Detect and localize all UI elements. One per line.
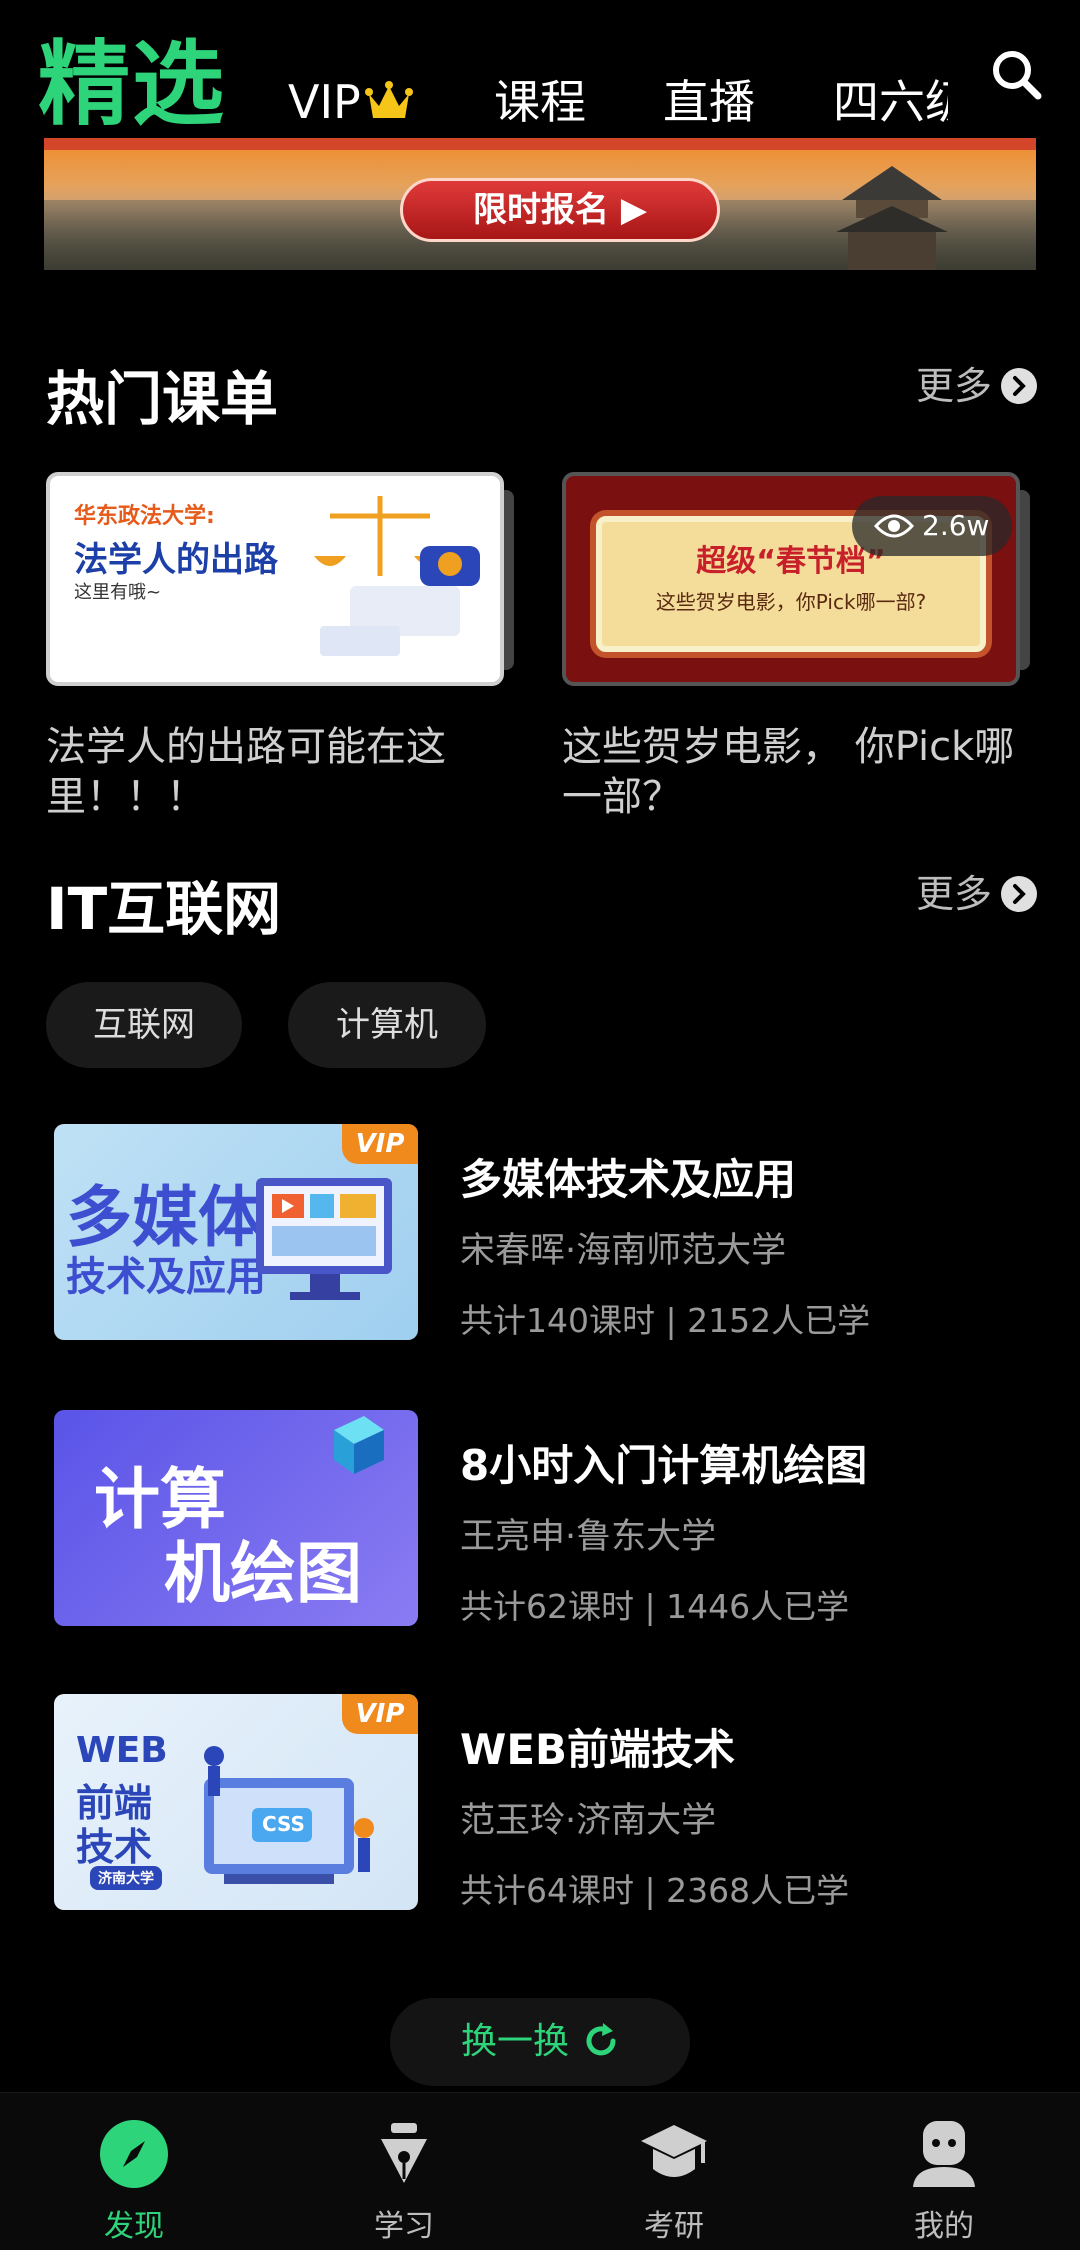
chip-computer[interactable]: 计算机	[288, 982, 486, 1068]
search-icon[interactable]	[990, 48, 1042, 100]
hot-list-card-law[interactable]: 华东政法大学: 法学人的出路 这里有哦~	[46, 472, 504, 686]
banner-strip	[44, 138, 1036, 150]
course-teacher: 范玉玲·济南大学	[460, 1801, 717, 1841]
hot-lists-more-link[interactable]: 更多	[916, 362, 1038, 410]
promo-banner[interactable]: 限时报名 ▶	[44, 138, 1036, 270]
tab-live[interactable]: 直播	[663, 72, 755, 132]
tab-vip[interactable]: VIP	[288, 72, 413, 132]
nav-grad-exam[interactable]: 考研	[604, 2119, 744, 2245]
thumb-text: 技术及应用	[66, 1254, 266, 1300]
user-icon	[913, 2121, 975, 2187]
more-label: 更多	[916, 872, 993, 916]
crown-icon	[364, 81, 413, 118]
graduation-cap-icon	[641, 2125, 707, 2177]
nav-study[interactable]: 学习	[334, 2119, 474, 2245]
course-title[interactable]: 多媒体技术及应用	[460, 1146, 796, 1207]
nav-label: 学习	[374, 2209, 434, 2244]
pen-nib-icon	[381, 2123, 427, 2183]
hot-lists-title: 热门课单	[46, 365, 279, 433]
card-image-title: 法学人的出路	[74, 540, 278, 580]
register-now-button[interactable]: 限时报名 ▶	[400, 178, 720, 242]
hot-list-card-movies[interactable]: 超级“春节档” 这些贺岁电影，你Pick哪一部? 2.6w	[562, 472, 1020, 686]
card-image-subtitle: 华东政法大学:	[74, 504, 215, 529]
course-teacher: 王亮申·鲁东大学	[460, 1517, 717, 1557]
css-label: CSS	[262, 1812, 305, 1836]
vip-badge: VIP	[342, 1694, 418, 1734]
course-thumbnail[interactable]: 计算 机绘图	[54, 1410, 418, 1626]
vip-badge: VIP	[342, 1124, 418, 1164]
nav-label: 考研	[644, 2209, 704, 2244]
course-stats: 共计140课时 | 2152人已学	[460, 1301, 871, 1340]
nav-discover[interactable]: 发现	[64, 2119, 204, 2245]
tab-featured[interactable]: 精选	[38, 30, 226, 140]
course-teacher: 宋春晖·海南师范大学	[460, 1231, 787, 1271]
thumb-university-tag: 济南大学	[90, 1866, 162, 1890]
hot-list-caption[interactable]: 这些贺岁电影， 你Pick哪一部？	[562, 722, 1022, 822]
compass-icon	[100, 2120, 168, 2188]
top-nav: 精选 VIP 课程 直播 四六级	[0, 0, 1080, 140]
view-count-badge: 2.6w	[852, 496, 1012, 556]
refresh-button[interactable]: 换一换	[390, 1998, 690, 2086]
more-label: 更多	[916, 364, 993, 408]
bottom-nav: 发现 学习 考研 我的	[0, 2092, 1080, 2250]
card-image-text: 这些贺岁电影，你Pick哪一部?	[655, 590, 927, 614]
monitor-illustration	[256, 1178, 392, 1300]
card-image-text: 这里有哦~	[74, 582, 162, 603]
course-stats: 共计64课时 | 2368人已学	[460, 1871, 850, 1910]
nav-label: 我的	[914, 2209, 974, 2244]
tab-vip-label: VIP	[288, 75, 361, 129]
thumb-text: 机绘图	[164, 1535, 362, 1612]
thumb-text: WEB	[76, 1730, 168, 1771]
pagoda-illustration	[836, 166, 948, 270]
tab-cet[interactable]: 四六级	[833, 72, 948, 132]
eye-icon	[874, 514, 914, 538]
view-count: 2.6w	[922, 509, 990, 542]
tab-courses[interactable]: 课程	[494, 72, 586, 132]
scales-illustration	[314, 496, 480, 656]
it-more-link[interactable]: 更多	[916, 870, 1038, 918]
nav-label: 发现	[104, 2209, 164, 2244]
it-section-title: IT互联网	[46, 875, 282, 943]
thumb-text: 技术	[76, 1825, 153, 1869]
course-thumbnail[interactable]: WEB 前端 技术 济南大学 CSS VIP	[54, 1694, 418, 1910]
course-title[interactable]: 8小时入门计算机绘图	[460, 1432, 867, 1493]
course-thumbnail[interactable]: 多媒体 技术及应用 VIP	[54, 1124, 418, 1340]
chevron-right-circle-icon	[1001, 368, 1038, 404]
nav-profile[interactable]: 我的	[874, 2119, 1014, 2245]
hot-list-caption[interactable]: 法学人的出路可能在这里！！！	[46, 722, 506, 822]
chevron-right-circle-icon	[1001, 876, 1038, 912]
chip-internet[interactable]: 互联网	[46, 982, 242, 1068]
course-title[interactable]: WEB前端技术	[460, 1716, 735, 1777]
cube-illustration	[334, 1416, 384, 1474]
refresh-icon	[586, 2023, 616, 2056]
refresh-label: 换一换	[460, 2021, 569, 2062]
course-stats: 共计62课时 | 1446人已学	[460, 1587, 850, 1626]
